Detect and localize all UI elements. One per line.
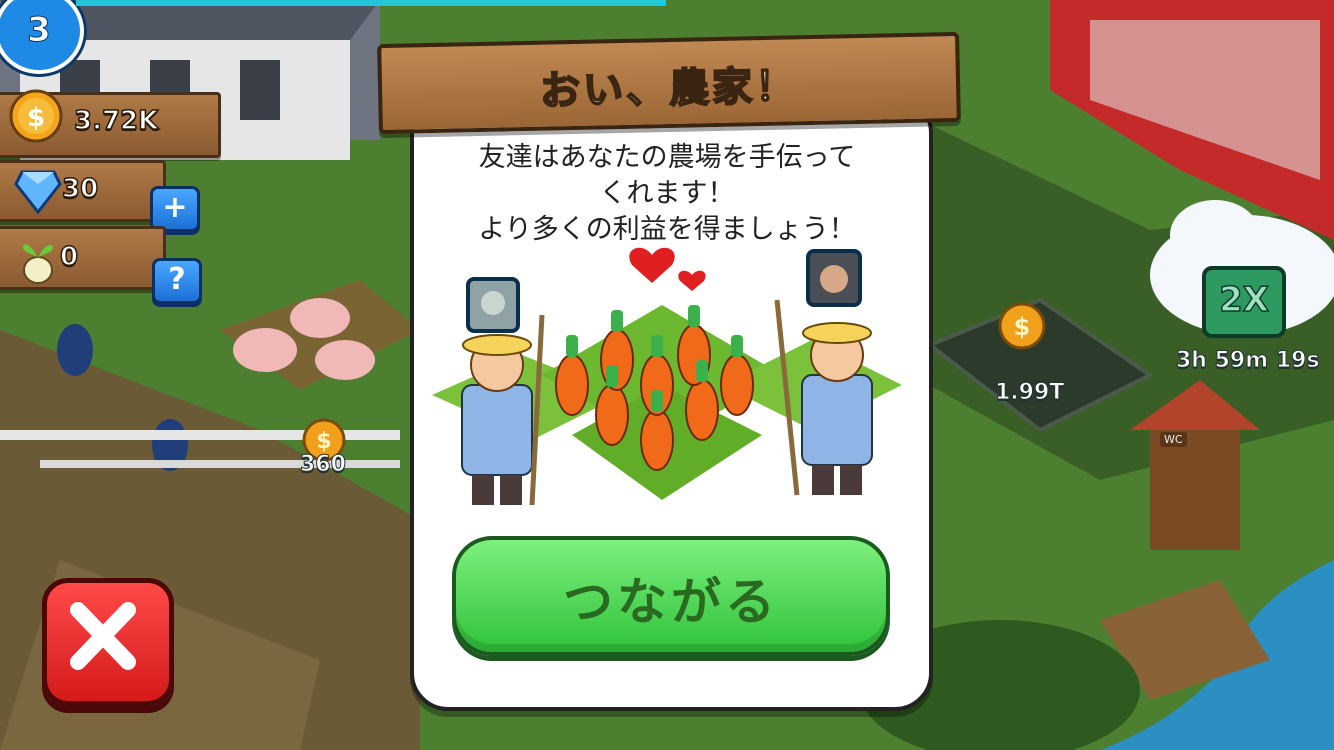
multiplier-label: 2X <box>1218 279 1269 321</box>
multiplier-button[interactable]: 2X <box>1202 266 1286 338</box>
message-line: 友達はあなたの農場を手伝って <box>478 142 856 173</box>
friend-avatar <box>806 249 862 307</box>
dialog-title: おい、農家！ <box>539 62 800 115</box>
dialog-title-board: おい、農家！ <box>377 31 961 135</box>
coin-value-label: 1.99T <box>994 380 1065 406</box>
message-line: くれます！ <box>599 178 735 209</box>
message-line: より多くの利益を得ましょう！ <box>478 214 856 245</box>
connect-button-label: つながる <box>563 573 779 631</box>
seed-sprout-icon <box>22 244 53 284</box>
help-button[interactable]: ? <box>152 258 202 304</box>
close-button[interactable] <box>42 578 174 706</box>
seeds-count: 0 <box>59 241 79 273</box>
coin-icon[interactable]: $ <box>998 302 1046 350</box>
svg-text:$: $ <box>1014 313 1031 341</box>
x-icon <box>70 602 136 670</box>
svg-text:$: $ <box>27 103 45 133</box>
heart-icon <box>678 270 706 291</box>
dialog-message: 友達はあなたの農場を手伝って くれます！ より多くの利益を得ましょう！ <box>432 140 902 248</box>
level-number: 3 <box>27 10 52 51</box>
connect-button[interactable]: つながる <box>452 536 890 656</box>
multiplier-timer: 3h 59m 19s <box>1176 348 1321 374</box>
heart-icon <box>629 247 675 283</box>
coins-count: 3.72K <box>73 105 159 137</box>
outhouse-sign: WC <box>1160 432 1187 447</box>
dollar-coin-icon: $ <box>9 89 63 143</box>
xp-progress-bar <box>76 0 666 6</box>
friend-avatar <box>466 277 520 333</box>
gems-count: 30 <box>61 173 99 205</box>
coin-value-label: 360 <box>300 452 347 478</box>
diamond-icon <box>14 170 62 214</box>
svg-text:$: $ <box>316 429 331 454</box>
farmers-carrots-illustration <box>432 247 902 506</box>
